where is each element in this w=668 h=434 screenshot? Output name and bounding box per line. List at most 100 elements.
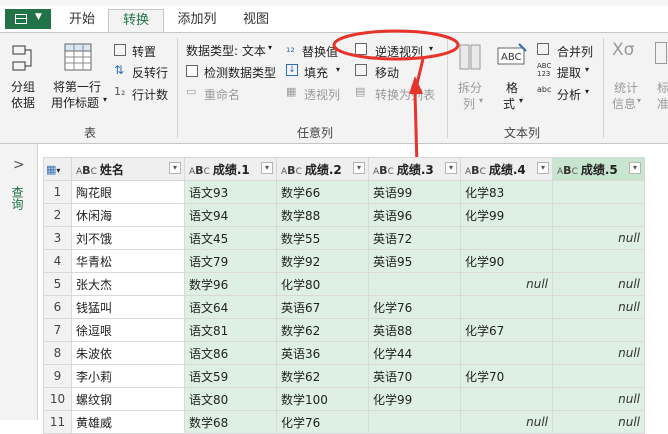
count-rows-button[interactable]: 1₂ 行计数 [114,85,174,103]
score-cell[interactable] [368,410,461,434]
tab-transform[interactable]: 转换 [108,9,164,32]
merge-columns-button[interactable]: 合并列 [537,42,597,60]
score-cell[interactable]: 化学67 [460,318,553,342]
score-cell[interactable]: 化学83 [460,180,553,204]
name-cell[interactable]: 刘不饿 [71,226,185,250]
first-row-dropdown-arrow[interactable]: ▾ [103,95,107,104]
name-cell[interactable]: 华青松 [71,249,185,273]
score-cell[interactable]: 数学96 [184,272,277,296]
name-cell[interactable]: 休闲海 [71,203,185,227]
score-cell[interactable]: 化学99 [460,203,553,227]
score-cell[interactable]: 语文93 [184,180,277,204]
score-cell[interactable] [552,318,645,342]
score-cell[interactable]: null [552,410,645,434]
statistics-button[interactable]: Χσ [612,40,642,72]
name-cell[interactable]: 黄雄威 [71,410,185,434]
column-header-score2[interactable]: ABC 成绩.2 ▾ [276,157,369,181]
name-cell[interactable]: 钱猛叫 [71,295,185,319]
name-cell[interactable]: 朱波依 [71,341,185,365]
expand-sidebar-chevron-icon[interactable]: > [13,157,25,173]
score-cell[interactable] [552,180,645,204]
score-cell[interactable]: 英语95 [368,249,461,273]
column-header-score4[interactable]: ABC 成绩.4 ▾ [460,157,553,181]
name-cell[interactable]: 螺纹钢 [71,387,185,411]
format-button[interactable]: ABC [495,42,529,72]
file-menu-button[interactable]: ▼ [5,9,51,29]
score-cell[interactable]: 数学100 [276,387,369,411]
data-type-dropdown[interactable]: 数据类型: 文本 [186,42,266,59]
reverse-rows-button[interactable]: ⇅ 反转行 [114,63,174,81]
score-cell[interactable]: 语文80 [184,387,277,411]
score-cell[interactable]: 化学90 [460,249,553,273]
score-cell[interactable]: 英语96 [368,203,461,227]
tab-add-column[interactable]: 添加列 [166,9,228,32]
score-cell[interactable]: 数学92 [276,249,369,273]
score-cell[interactable]: 化学76 [276,410,369,434]
score-cell[interactable] [460,295,553,319]
score-cell[interactable]: null [460,272,553,296]
parse-button[interactable]: abc 分析 ▾ [537,85,597,103]
standard-button[interactable] [655,42,668,72]
score-cell[interactable]: 语文45 [184,226,277,250]
name-cell[interactable]: 李小莉 [71,364,185,388]
score-cell[interactable]: 语文86 [184,341,277,365]
tab-home[interactable]: 开始 [58,9,106,32]
group-by-button[interactable] [10,44,38,74]
score-cell[interactable]: 化学44 [368,341,461,365]
score-cell[interactable]: 英语36 [276,341,369,365]
score-cell[interactable]: 语文64 [184,295,277,319]
column-filter-dropdown[interactable]: ▾ [169,162,181,174]
score-cell[interactable]: 语文59 [184,364,277,388]
split-column-button[interactable] [455,42,485,72]
score-cell[interactable] [460,341,553,365]
score-cell[interactable] [552,364,645,388]
score-cell[interactable] [552,249,645,273]
score-cell[interactable]: 数学88 [276,203,369,227]
name-cell[interactable]: 陶花眼 [71,180,185,204]
column-filter-dropdown[interactable]: ▾ [537,162,549,174]
score-cell[interactable]: null [552,272,645,296]
column-header-score3[interactable]: ABC 成绩.3 ▾ [368,157,461,181]
score-cell[interactable]: 化学80 [276,272,369,296]
score-cell[interactable]: 数学66 [276,180,369,204]
score-cell[interactable]: 数学68 [184,410,277,434]
table-corner-menu[interactable]: ▦▾ [43,157,72,181]
score-cell[interactable] [368,272,461,296]
column-header-name[interactable]: ABC 姓名 ▾ [71,157,185,181]
score-cell[interactable]: 化学99 [368,387,461,411]
score-cell[interactable]: 英语88 [368,318,461,342]
extract-button[interactable]: ABC 123 提取 ▾ [537,62,597,81]
name-cell[interactable]: 张大杰 [71,272,185,296]
column-filter-dropdown[interactable]: ▾ [629,162,641,174]
score-cell[interactable] [460,387,553,411]
rename-button[interactable]: ▭ 重命名 [186,85,256,103]
tab-view[interactable]: 视图 [232,9,280,32]
score-cell[interactable]: 数学62 [276,364,369,388]
score-cell[interactable]: 语文79 [184,249,277,273]
score-cell[interactable]: 英语99 [368,180,461,204]
score-cell[interactable]: null [552,387,645,411]
score-cell[interactable]: null [552,295,645,319]
score-cell[interactable]: 英语70 [368,364,461,388]
score-cell[interactable]: 语文81 [184,318,277,342]
score-cell[interactable] [460,226,553,250]
score-cell[interactable]: 化学76 [368,295,461,319]
score-cell[interactable] [552,203,645,227]
column-filter-dropdown[interactable]: ▾ [353,162,365,174]
transpose-button[interactable]: 转置 [114,42,174,60]
column-filter-dropdown[interactable]: ▾ [261,162,273,174]
score-cell[interactable]: 英语67 [276,295,369,319]
column-filter-dropdown[interactable]: ▾ [445,162,457,174]
column-header-score5[interactable]: ABC 成绩.5 ▾ [552,157,645,181]
detect-type-button[interactable]: 检测数据类型 [186,63,281,81]
queries-sidebar-label[interactable]: 查询 [10,186,26,210]
score-cell[interactable]: 数学55 [276,226,369,250]
column-header-score1[interactable]: ABC 成绩.1 ▾ [184,157,277,181]
score-cell[interactable]: 数学62 [276,318,369,342]
score-cell[interactable]: null [552,341,645,365]
score-cell[interactable]: null [552,226,645,250]
score-cell[interactable]: 英语72 [368,226,461,250]
data-type-arrow[interactable]: ▾ [268,43,272,52]
score-cell[interactable]: 化学70 [460,364,553,388]
score-cell[interactable]: 语文94 [184,203,277,227]
